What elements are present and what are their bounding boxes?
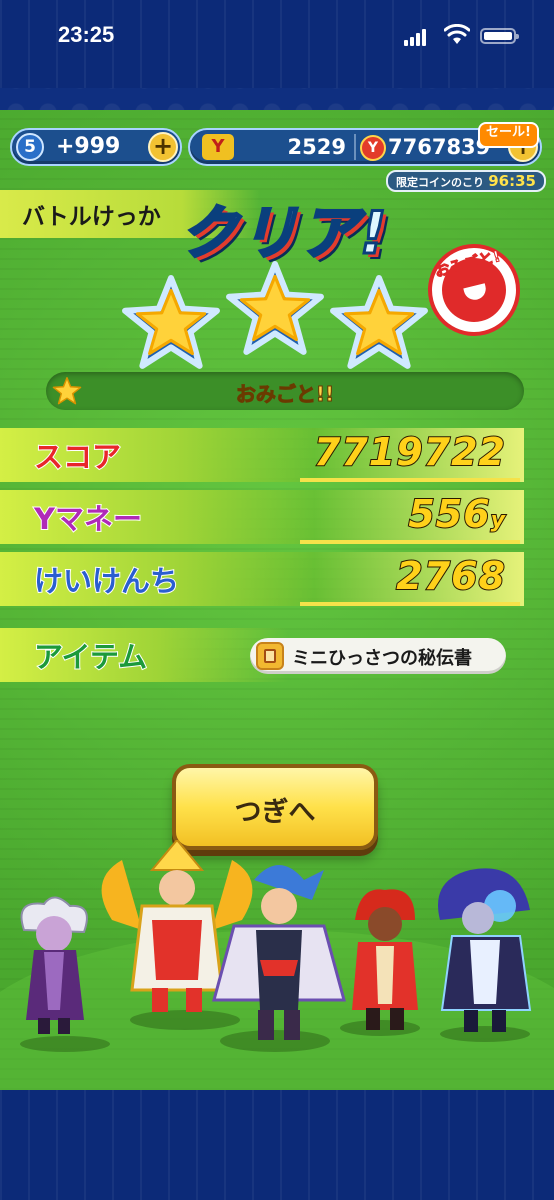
next-button[interactable]: つぎへ [172,764,378,850]
row-underline [300,478,520,482]
exp-row: けいけんち 2768 [0,552,524,614]
bottom-frame [0,1090,554,1200]
level-badge: 5 [16,133,44,161]
exp-label: けいけんち [33,563,180,599]
book-icon [256,642,284,670]
money-amount: 556 [407,491,491,537]
row-underline [300,540,520,544]
stamina-count: +999 [56,134,121,159]
coin-icon: Y [360,135,386,161]
star-icon [328,272,430,374]
limited-coin-label: 限定コインのこり [396,176,484,189]
character-blue-mage [438,868,532,1032]
currency-bar: 5 +999 + Y 2529 Y 7767839 + セール! [10,122,544,168]
add-stamina-button[interactable]: + [148,132,178,162]
character-samurai [212,865,346,1040]
money-row: Yマネー 556y [0,490,524,552]
row-underline [300,602,520,606]
status-bar: 23:25 [0,0,554,88]
item-chip[interactable]: ミニひっさつの秘伝書 [250,638,506,674]
battery-icon [480,28,519,44]
divider [354,134,356,160]
star-icon [224,258,326,360]
character-white-hair [20,896,88,1034]
money-earned-value: 556y [407,491,506,537]
character-lineup [0,840,554,1070]
next-button-label: つぎへ [234,797,316,828]
score-value: 7719722 [313,429,506,475]
star-rating [120,258,430,369]
limited-coin-time: 96:35 [488,172,536,190]
score-label: スコア [33,439,122,475]
money-value: 2529 [287,135,346,159]
coin-value: 7767839 [388,135,491,159]
star-icon [120,272,222,374]
stamina-pill: 5 +999 + [10,128,182,166]
limited-coin-timer: 限定コインのこり 96:35 [386,170,546,192]
item-row: アイテム ミニひっさつの秘伝書 [0,628,524,690]
stamp-mouth [463,283,489,303]
money-unit: y [490,507,506,534]
result-heading: バトルけっか [22,204,161,230]
signal-icon [404,28,432,46]
status-time: 23:25 [58,22,115,47]
item-name: ミニひっさつの秘伝書 [292,648,472,669]
sale-badge[interactable]: セール! [478,122,539,148]
score-row: スコア 7719722 [0,428,524,490]
praise-text: おみごと!! [235,382,335,407]
yen-icon: Y [202,134,234,160]
money-label: Yマネー [33,501,143,537]
praise-bar: おみごと!! [46,372,524,410]
item-label: アイテム [33,639,148,675]
wifi-icon [444,24,470,44]
character-red-hair [352,889,418,1030]
exp-value: 2768 [395,553,506,599]
